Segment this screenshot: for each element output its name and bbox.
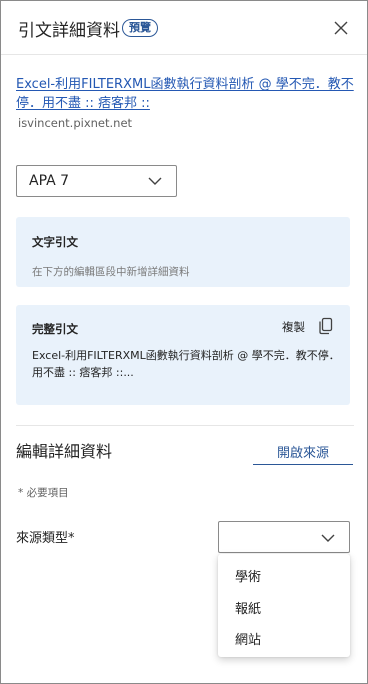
citation-style-dropdown[interactable]: APA 7	[16, 165, 177, 197]
chevron-down-icon	[321, 534, 335, 542]
citation-details-panel: 引文詳細資料 預覽 Excel-利用FILTERXML函數執行資料剖析 @ 學不…	[0, 0, 368, 684]
full-citation-heading: 完整引文	[32, 322, 78, 336]
source-type-option-newspaper[interactable]: 報紙	[218, 590, 350, 622]
copy-icon	[319, 317, 333, 335]
option-label: 學術	[235, 570, 262, 585]
option-label: 報紙	[235, 602, 262, 617]
close-icon	[334, 21, 348, 35]
section-divider	[16, 425, 354, 426]
panel-header: 引文詳細資料 預覽	[1, 1, 367, 55]
edit-details-title: 編輯詳細資料	[16, 442, 113, 461]
source-domain: isvincent.pixnet.net	[18, 116, 133, 130]
source-type-label: 來源類型*	[16, 531, 75, 546]
full-citation-text: Excel-利用FILTERXML函數執行資料剖析 @ 學不完．教不停．用不盡 …	[32, 349, 340, 379]
source-title-link[interactable]: Excel-利用FILTERXML函數執行資料剖析 @ 學不完．教不停．用不盡 …	[16, 75, 361, 113]
chevron-down-icon	[148, 177, 162, 185]
in-text-citation-heading: 文字引文	[32, 235, 78, 249]
source-type-option-academic[interactable]: 學術	[218, 558, 350, 590]
in-text-citation-card: 文字引文 在下方的編輯區段中新增詳細資料	[16, 217, 350, 287]
citation-style-value: APA 7	[29, 173, 70, 189]
panel-title: 引文詳細資料	[18, 21, 120, 41]
preview-badge: 預覽	[122, 19, 158, 37]
copy-button[interactable]: 複製	[282, 317, 337, 335]
close-button[interactable]	[331, 18, 351, 38]
full-citation-card: 完整引文 複製 Excel-利用FILTERXML函數執行資料剖析 @ 學不完．…	[16, 305, 350, 405]
open-source-link[interactable]: 開啟來源	[253, 442, 353, 465]
option-label: 網站	[235, 633, 262, 648]
source-type-option-website[interactable]: 網站	[218, 621, 350, 653]
copy-label: 複製	[282, 320, 305, 334]
required-note: * 必要項目	[18, 487, 69, 499]
source-type-options-menu: 學術 報紙 網站	[218, 554, 350, 657]
source-type-dropdown[interactable]	[218, 521, 350, 553]
in-text-citation-hint: 在下方的編輯區段中新增詳細資料	[32, 266, 190, 278]
